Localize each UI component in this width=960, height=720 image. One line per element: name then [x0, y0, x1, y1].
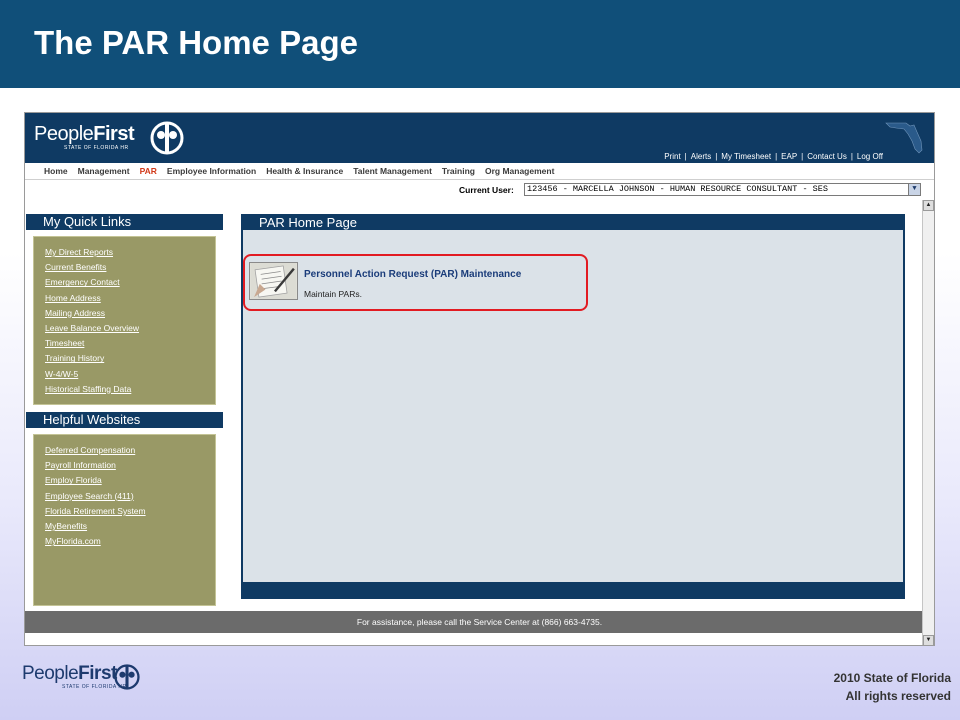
people-first-mark-icon [150, 121, 184, 155]
helpful-link-florida-retirement[interactable]: Florida Retirement System [45, 504, 215, 519]
menu-org-management[interactable]: Org Management [485, 166, 554, 176]
quick-link-home-address[interactable]: Home Address [45, 291, 215, 306]
par-home-content: Personnel Action Request (PAR) Maintenan… [243, 230, 903, 582]
logo-subtitle: STATE OF FLORIDA HR [64, 145, 129, 151]
footer-logo-bold: First [78, 663, 117, 684]
current-user-label: Current User: [459, 185, 514, 195]
slide-title: The PAR Home Page [34, 24, 358, 61]
app-logo[interactable]: PeopleFirst STATE OF FLORIDA HR [34, 121, 184, 155]
menu-employee-information[interactable]: Employee Information [167, 166, 256, 176]
quick-links-header: My Quick Links [26, 214, 223, 230]
par-home-panel: PAR Home Page Personnel Action Request (… [241, 214, 905, 599]
par-home-title: PAR Home Page [259, 215, 358, 230]
current-user-bar: Current User: 123456 - MARCELLA JOHNSON … [25, 180, 934, 200]
scroll-down-icon[interactable]: ▼ [923, 635, 934, 645]
alerts-link[interactable]: Alerts [691, 152, 711, 161]
scroll-up-icon[interactable]: ▲ [923, 200, 934, 211]
chevron-down-icon[interactable]: ▼ [908, 184, 920, 195]
assistance-footer: For assistance, please call the Service … [25, 611, 934, 633]
logo-text-bold: First [93, 123, 135, 145]
footer-logo-main: People [22, 663, 79, 684]
quick-link-current-benefits[interactable]: Current Benefits [45, 260, 215, 275]
menu-management[interactable]: Management [78, 166, 130, 176]
copyright: 2010 State of Florida All rights reserve… [834, 669, 951, 705]
slide-header: The PAR Home Page [0, 0, 960, 88]
utility-separator: | [684, 152, 687, 161]
people-first-mark-icon [114, 664, 140, 690]
quick-link-historical-staffing[interactable]: Historical Staffing Data [45, 382, 215, 397]
contact-us-link[interactable]: Contact Us [807, 152, 847, 161]
page-scrollbar[interactable]: ▲ ▼ [922, 200, 934, 645]
menu-par[interactable]: PAR [140, 166, 157, 176]
quick-link-leave-balance[interactable]: Leave Balance Overview [45, 321, 215, 336]
utility-separator: | [775, 152, 778, 161]
quick-link-w4-w5[interactable]: W-4/W-5 [45, 367, 215, 382]
my-timesheet-link[interactable]: My Timesheet [721, 152, 771, 161]
quick-link-emergency-contact[interactable]: Emergency Contact [45, 275, 215, 290]
helpful-link-employ-florida[interactable]: Employ Florida [45, 473, 215, 488]
eap-link[interactable]: EAP [781, 152, 797, 161]
menu-home[interactable]: Home [44, 166, 68, 176]
florida-outline-icon [885, 122, 923, 154]
helpful-websites-header: Helpful Websites [26, 412, 223, 428]
logo-text-main: People [34, 123, 94, 145]
utility-links: Print | Alerts | My Timesheet | EAP | Co… [664, 152, 883, 161]
main-menu: Home Management PAR Employee Information… [25, 163, 934, 180]
quick-link-mailing-address[interactable]: Mailing Address [45, 306, 215, 321]
helpful-link-myflorida[interactable]: MyFlorida.com [45, 534, 215, 549]
quick-link-my-direct-reports[interactable]: My Direct Reports [45, 245, 215, 260]
print-link[interactable]: Print [664, 152, 680, 161]
quick-links-panel: My Direct Reports Current Benefits Emerg… [33, 236, 216, 405]
helpful-link-mybenefits[interactable]: MyBenefits [45, 519, 215, 534]
current-user-select[interactable]: 123456 - MARCELLA JOHNSON - HUMAN RESOUR… [524, 183, 921, 196]
utility-separator: | [801, 152, 804, 161]
copyright-line-2: All rights reserved [845, 689, 951, 703]
app-screenshot: PeopleFirst STATE OF FLORIDA HR Print | … [24, 112, 935, 646]
quick-link-training-history[interactable]: Training History [45, 351, 215, 366]
highlight-annotation [243, 254, 588, 311]
current-user-value: 123456 - MARCELLA JOHNSON - HUMAN RESOUR… [527, 184, 828, 194]
log-off-link[interactable]: Log Off [857, 152, 883, 161]
copyright-line-1: 2010 State of Florida [833, 671, 951, 685]
quick-link-timesheet[interactable]: Timesheet [45, 336, 215, 351]
footer-logo: PeopleFirst STATE OF FLORIDA HR [22, 663, 140, 690]
utility-separator: | [850, 152, 853, 161]
menu-health-insurance[interactable]: Health & Insurance [266, 166, 343, 176]
app-banner: PeopleFirst STATE OF FLORIDA HR Print | … [25, 113, 934, 163]
menu-training[interactable]: Training [442, 166, 475, 176]
helpful-link-employee-search[interactable]: Employee Search (411) [45, 489, 215, 504]
helpful-link-deferred-compensation[interactable]: Deferred Compensation [45, 443, 215, 458]
helpful-websites-panel: Deferred Compensation Payroll Informatio… [33, 434, 216, 606]
utility-separator: | [715, 152, 718, 161]
menu-talent-management[interactable]: Talent Management [353, 166, 432, 176]
helpful-link-payroll-information[interactable]: Payroll Information [45, 458, 215, 473]
